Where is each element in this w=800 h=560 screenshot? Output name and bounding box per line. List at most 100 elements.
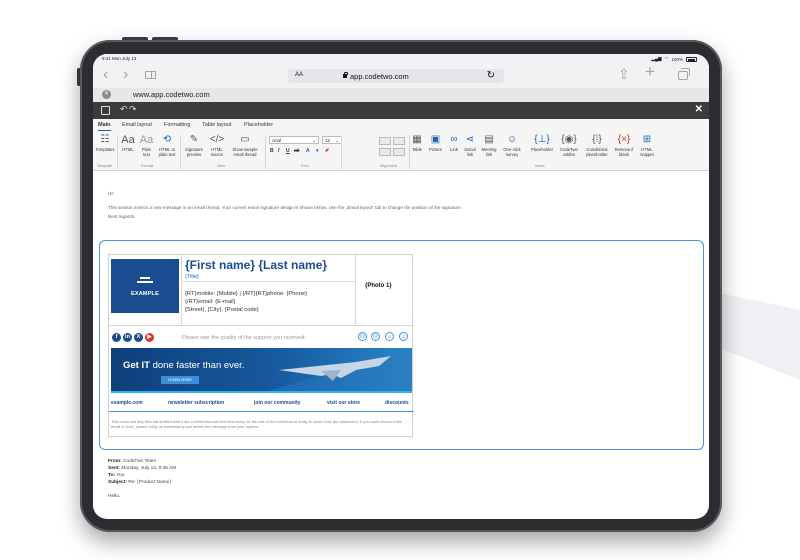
address-bar[interactable]: AA app.codetwo.com ↻ xyxy=(288,69,504,83)
html-source-button[interactable]: </> HTML source xyxy=(207,134,227,157)
rating-face-icon[interactable]: ☺ xyxy=(399,332,408,341)
font-size-value: 12 xyxy=(325,138,331,143)
thread-to: To: You xyxy=(108,473,124,478)
show-sample-button[interactable]: ▭ Show sample email thread xyxy=(228,134,262,157)
bookmarks-icon[interactable] xyxy=(145,71,156,79)
chevron-down-icon: ⌄ xyxy=(335,138,339,143)
group-label-view: View xyxy=(217,164,226,168)
linkedin-icon[interactable]: in xyxy=(123,333,132,342)
tab-email-layout[interactable]: Email layout xyxy=(122,122,152,128)
logo-text: EXAMPLE xyxy=(131,291,159,297)
codetwo-attribs-button[interactable]: {◉} CodeTwo attribs xyxy=(559,134,579,157)
align-center-button[interactable] xyxy=(393,137,405,145)
tab-table-layout[interactable]: Table layout xyxy=(202,122,231,128)
templates-label: Templates xyxy=(95,147,115,152)
social-link-button[interactable]: ⋖ Social link xyxy=(463,134,477,157)
new-tab-icon[interactable]: + xyxy=(645,63,655,80)
signature-preview-button[interactable]: ✎ Signature preview xyxy=(182,134,206,157)
tab-formatting[interactable]: Formatting xyxy=(164,122,190,128)
rating-face-icon[interactable]: ☹ xyxy=(371,332,380,341)
placeholder-button[interactable]: {⊥} Placeholder xyxy=(528,134,556,153)
codetwo-attribs-label: CodeTwo attribs xyxy=(560,147,578,157)
sent-value: Monday, July 13, 9:35 AM xyxy=(121,466,177,471)
company-logo: EXAMPLE xyxy=(111,259,179,313)
x-icon[interactable]: X xyxy=(134,333,143,342)
html-to-plain-label: HTML to plain text xyxy=(158,147,176,157)
chevron-down-icon: ⌄ xyxy=(312,138,316,143)
picture-button[interactable]: ▣ Picture xyxy=(427,134,444,153)
align-left-button[interactable] xyxy=(379,137,391,145)
forward-icon[interactable]: › xyxy=(123,67,128,83)
plain-text-button[interactable]: Aa Plain text xyxy=(138,134,155,157)
bold-button[interactable]: B xyxy=(270,148,274,154)
snippet-icon: ⊞ xyxy=(642,134,652,145)
underline-button[interactable]: U xyxy=(286,148,290,154)
close-tab-icon[interactable]: ✕ xyxy=(102,90,111,99)
survey-label: One-click survey xyxy=(503,147,521,157)
italic-button[interactable]: I xyxy=(278,148,279,154)
rating-face-icon[interactable]: ☺ xyxy=(385,332,394,341)
close-editor-icon[interactable]: ✕ xyxy=(695,104,703,115)
html-source-label: HTML source xyxy=(210,147,224,157)
status-bar: 9:41 Mon July 13 ▂▄▆ ◠ 100% xyxy=(93,54,709,64)
learn-more-button[interactable]: LEARN MORE xyxy=(161,376,199,384)
highlight-icon[interactable]: ▾ xyxy=(316,148,319,154)
meeting-link-button[interactable]: ▤ Meeting link xyxy=(481,134,497,157)
conditional-label: Conditional placeholder xyxy=(586,147,608,157)
survey-button[interactable]: ☺ One-click survey xyxy=(500,134,524,157)
html-snippet-button[interactable]: ⊞ HTML snippet xyxy=(636,134,658,157)
redo-icon[interactable]: ↷ xyxy=(129,104,137,115)
group-label-insert: Insert xyxy=(535,164,545,168)
logo-mark xyxy=(137,277,153,285)
reload-icon[interactable]: ↻ xyxy=(487,70,495,81)
align-right-button[interactable] xyxy=(379,148,391,156)
tabs-overview-icon[interactable] xyxy=(678,68,690,80)
font-name-select[interactable]: Arial ⌄ xyxy=(269,136,319,144)
share-icon[interactable]: ⇪ xyxy=(618,66,630,82)
templates-icon: ☷ xyxy=(100,134,110,145)
remove-if-blank-button[interactable]: {×} Remove if blank xyxy=(614,134,634,157)
tab-placeholder[interactable]: Placeholder xyxy=(244,122,273,128)
templates-button[interactable]: ☷ Templates xyxy=(95,134,115,153)
align-justify-button[interactable] xyxy=(393,148,405,156)
banner-headline-light: done faster than ever. xyxy=(152,360,245,371)
url-text[interactable]: app.codetwo.com xyxy=(350,72,409,81)
jet-image xyxy=(261,348,412,393)
link-store[interactable]: visit our store xyxy=(327,400,360,406)
rating-face-icon[interactable]: ☹ xyxy=(358,332,367,341)
link-newsletter[interactable]: newsletter subscription xyxy=(168,400,224,406)
undo-icon[interactable]: ↶ xyxy=(120,104,128,115)
text-color-button[interactable]: A xyxy=(306,148,310,154)
divider xyxy=(109,411,414,412)
html-button[interactable]: Aa HTML xyxy=(119,134,137,153)
tab-main[interactable]: Main xyxy=(98,122,111,131)
clear-format-icon[interactable]: ✐ xyxy=(325,148,329,154)
facebook-icon[interactable]: f xyxy=(112,333,121,342)
back-icon[interactable]: ‹ xyxy=(103,67,108,83)
font-size-select[interactable]: 12 ⌄ xyxy=(322,136,342,144)
text-size-button[interactable]: AA xyxy=(295,72,303,78)
link-website[interactable]: example.com xyxy=(111,400,143,406)
preview-icon: ✎ xyxy=(189,134,199,145)
to-value: You xyxy=(116,473,125,478)
promo-banner[interactable]: Get IT done faster than ever. LEARN MORE xyxy=(111,348,412,393)
link-community[interactable]: join our community xyxy=(254,400,300,406)
html-label: HTML xyxy=(122,147,134,152)
thread-hello: Hello, xyxy=(108,494,121,499)
table-button[interactable]: ▦ Table xyxy=(410,134,424,153)
remove-blank-icon: {×} xyxy=(617,134,631,145)
app-toolbar: ↶ ↷ ✕ xyxy=(93,102,709,119)
link-button[interactable]: ∞ Link xyxy=(448,134,460,153)
browser-tab[interactable]: ✕ www.app.codetwo.com xyxy=(93,88,709,102)
social-link-label: Social link xyxy=(464,147,476,157)
ribbon-separator xyxy=(341,135,342,169)
youtube-icon[interactable]: ▶ xyxy=(145,333,154,342)
strikethrough-button[interactable]: ab xyxy=(294,148,300,154)
html-snippet-label: HTML snippet xyxy=(640,147,654,157)
save-icon[interactable] xyxy=(101,106,110,115)
html-to-plain-button[interactable]: ⟲ HTML to plain text xyxy=(156,134,178,157)
link-discounts[interactable]: discounts xyxy=(385,400,409,406)
conditional-placeholder-button[interactable]: {⁞} Conditional placeholder xyxy=(582,134,612,157)
calendar-icon: ▤ xyxy=(484,134,494,145)
tab-title[interactable]: www.app.codetwo.com xyxy=(133,90,210,99)
